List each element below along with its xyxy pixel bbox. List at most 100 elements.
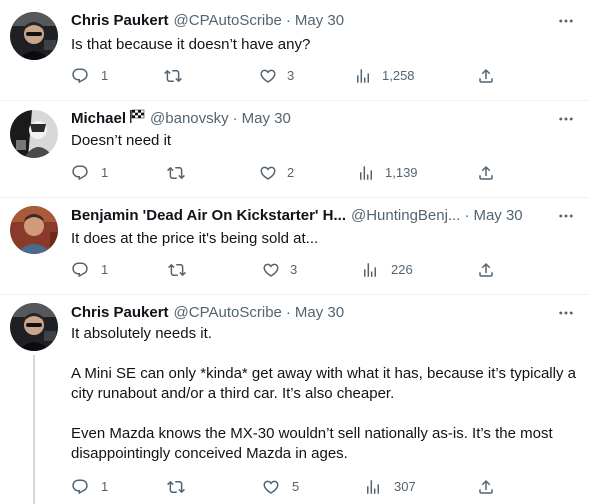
author-handle[interactable]: @CPAutoScribe — [174, 11, 282, 31]
views-chart-icon — [354, 67, 372, 85]
heart-icon — [259, 164, 277, 182]
avatar-photo-icon — [10, 206, 58, 254]
heart-icon — [262, 478, 280, 496]
separator-dot: · — [464, 207, 470, 224]
heart-icon — [259, 67, 277, 85]
avatar[interactable] — [10, 303, 58, 351]
heart-icon — [262, 261, 280, 279]
tweet[interactable]: Chris Paukert @CPAutoScribe · May 30 Is … — [0, 0, 589, 100]
tweet-paragraph: Is that because it doesn’t have any? — [71, 36, 311, 53]
tweet[interactable]: Benjamin 'Dead Air On Kickstarter' H... … — [0, 198, 589, 294]
share-button[interactable] — [477, 261, 495, 279]
separator-dot: · — [285, 304, 291, 321]
reply-icon — [71, 478, 89, 496]
avatar[interactable] — [10, 12, 58, 60]
reply-icon — [71, 261, 89, 279]
share-icon — [477, 478, 495, 496]
tweet-date[interactable]: May 30 — [473, 206, 522, 226]
like-count: 3 — [290, 262, 298, 277]
author-name[interactable]: Chris Paukert — [71, 11, 169, 31]
like-count: 5 — [292, 479, 300, 494]
separator-dot: · — [285, 12, 291, 29]
views-button[interactable]: 1,258 — [354, 67, 415, 85]
tweet[interactable]: Chris Paukert @CPAutoScribe · May 30 It … — [0, 295, 589, 504]
tweet-paragraph: Even Mazda knows the MX-30 wouldn’t sell… — [71, 425, 553, 462]
tweet-date[interactable]: May 30 — [295, 11, 344, 31]
author-handle[interactable]: @CPAutoScribe — [174, 303, 282, 323]
view-count: 1,139 — [385, 165, 418, 180]
view-count: 307 — [394, 479, 416, 494]
share-button[interactable] — [477, 67, 495, 85]
avatar[interactable] — [10, 110, 58, 158]
share-icon — [477, 261, 495, 279]
tweet-text: Is that because it doesn’t have any? — [71, 35, 577, 55]
tweet-paragraph: A Mini SE can only *kinda* get away with… — [71, 365, 576, 402]
reply-count: 1 — [101, 479, 109, 494]
views-button[interactable]: 1,139 — [357, 164, 418, 182]
action-bar: 1 3 226 — [71, 260, 501, 280]
like-button[interactable]: 5 — [262, 478, 299, 496]
author-handle[interactable]: @banovsky — [150, 109, 229, 129]
views-chart-icon — [361, 261, 379, 279]
author-name[interactable]: Chris Paukert — [71, 303, 169, 323]
separator-dot: · — [232, 110, 238, 127]
retweet-button[interactable] — [167, 478, 185, 496]
tweet-date[interactable]: May 30 — [295, 303, 344, 323]
reply-button[interactable]: 1 — [71, 67, 108, 85]
more-options-icon[interactable] — [557, 303, 575, 323]
thread-connector-line — [33, 355, 35, 504]
share-icon — [477, 164, 495, 182]
share-button[interactable] — [477, 164, 495, 182]
view-count: 1,258 — [382, 68, 415, 83]
retweet-icon — [167, 164, 185, 182]
reply-button[interactable]: 1 — [71, 261, 108, 279]
retweet-icon — [164, 67, 182, 85]
avatar-photo-icon — [10, 303, 58, 351]
views-chart-icon — [357, 164, 375, 182]
like-button[interactable]: 3 — [259, 67, 294, 85]
avatar-photo-icon — [10, 110, 58, 158]
views-button[interactable]: 226 — [361, 261, 413, 279]
action-bar: 1 5 307 — [71, 477, 501, 497]
author-name[interactable]: Benjamin 'Dead Air On Kickstarter' H... — [71, 206, 346, 226]
avatar-photo-icon — [10, 12, 58, 60]
action-bar: 1 2 1,139 — [71, 163, 501, 183]
avatar[interactable] — [10, 206, 58, 254]
checkered-flag-icon — [129, 109, 145, 129]
action-bar: 1 3 1,258 — [71, 66, 501, 86]
view-count: 226 — [391, 262, 413, 277]
like-count: 3 — [287, 68, 295, 83]
retweet-icon — [168, 261, 186, 279]
like-count: 2 — [287, 165, 295, 180]
tweet-paragraph: It does at the price it's being sold at.… — [71, 230, 319, 247]
retweet-button[interactable] — [168, 261, 186, 279]
reply-count: 1 — [101, 262, 109, 277]
views-chart-icon — [364, 478, 382, 496]
retweet-button[interactable] — [167, 164, 185, 182]
more-options-icon[interactable] — [557, 11, 575, 31]
like-button[interactable]: 3 — [262, 261, 297, 279]
share-icon — [477, 67, 495, 85]
tweet-text: It does at the price it's being sold at.… — [71, 229, 577, 249]
share-button[interactable] — [477, 478, 495, 496]
tweet-text: It absolutely needs it. A Mini SE can on… — [71, 324, 579, 464]
retweet-button[interactable] — [164, 67, 182, 85]
author-handle[interactable]: @HuntingBenj... — [351, 206, 460, 226]
tweet-text: Doesn’t need it — [71, 131, 577, 151]
reply-button[interactable]: 1 — [71, 164, 108, 182]
more-options-icon[interactable] — [557, 206, 575, 226]
reply-count: 1 — [101, 68, 109, 83]
tweet-date[interactable]: May 30 — [242, 109, 291, 129]
more-options-icon[interactable] — [557, 109, 575, 129]
retweet-icon — [167, 478, 185, 496]
tweet[interactable]: Michael @banovsky · May 30 Doesn’t need … — [0, 101, 589, 197]
reply-icon — [71, 164, 89, 182]
like-button[interactable]: 2 — [259, 164, 294, 182]
tweet-paragraph: It absolutely needs it. — [71, 325, 212, 342]
reply-icon — [71, 67, 89, 85]
views-button[interactable]: 307 — [364, 478, 416, 496]
tweet-paragraph: Doesn’t need it — [71, 132, 172, 149]
reply-button[interactable]: 1 — [71, 478, 108, 496]
author-name[interactable]: Michael — [71, 109, 126, 129]
reply-count: 1 — [101, 165, 109, 180]
